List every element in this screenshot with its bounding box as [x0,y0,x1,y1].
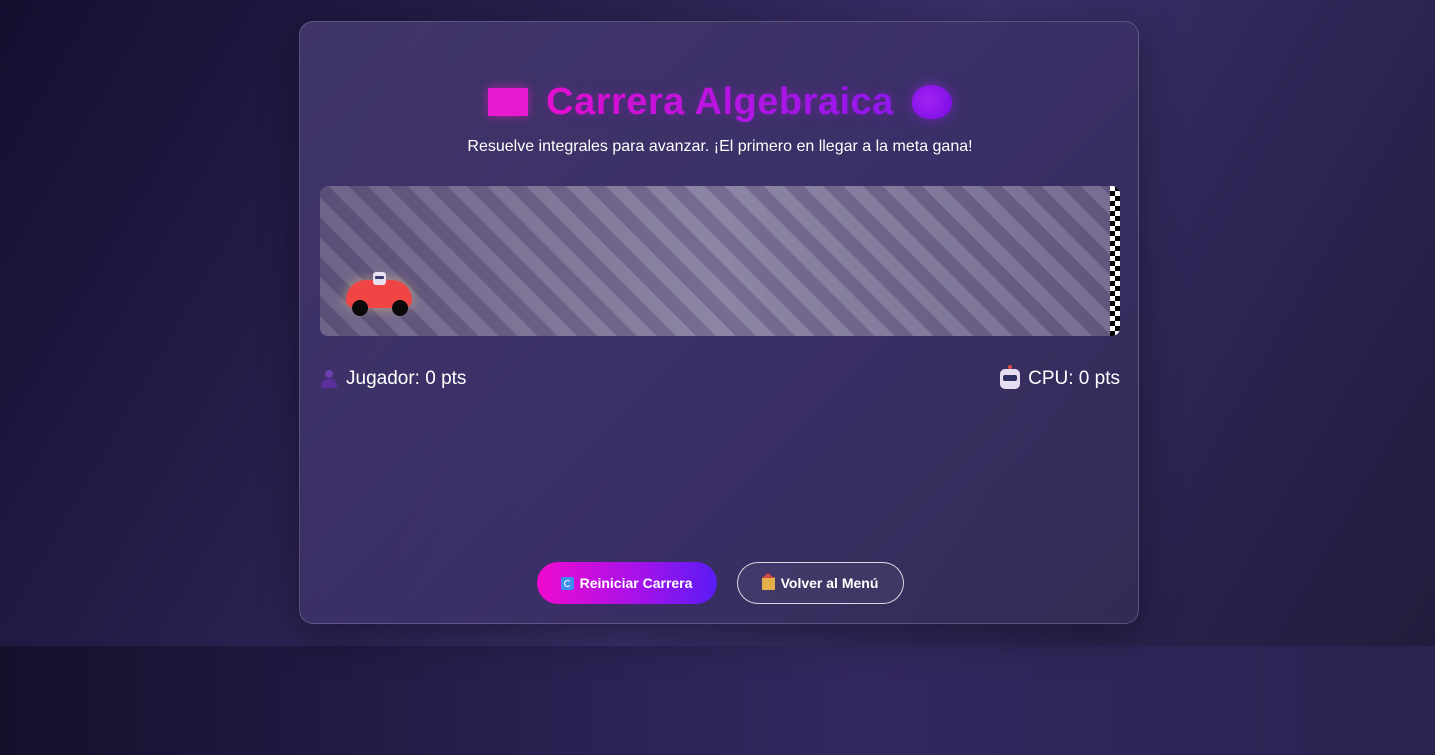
cpu-score-label: CPU: 0 pts [1028,368,1120,389]
score-row: Jugador: 0 pts CPU: 0 pts [320,365,1120,394]
back-to-menu-label: Volver al Menú [780,575,879,591]
checkered-flag-icon [488,88,529,116]
page-title: Carrera Algebraica [546,80,894,123]
cpu-car [346,272,412,316]
action-buttons: Reiniciar Carrera Volver al Menú [300,562,1140,606]
robot-icon [1000,365,1021,389]
title-row: Carrera Algebraica [300,77,1140,127]
wheel-icon [352,300,368,316]
finish-line [1110,186,1120,336]
player-score: Jugador: 0 pts [320,368,466,390]
brain-icon [911,85,952,119]
person-icon [320,369,338,389]
race-track [320,186,1120,336]
game-card: Carrera Algebraica Resuelve integrales p… [299,21,1139,624]
game-instructions: Resuelve integrales para avanzar. ¡El pr… [467,138,973,155]
house-icon [761,572,775,590]
robot-driver-icon [373,272,386,285]
cpu-score: CPU: 0 pts [1000,365,1120,390]
restart-race-button[interactable]: Reiniciar Carrera [536,562,717,604]
page-footer-band [0,646,1435,755]
restart-race-label: Reiniciar Carrera [579,575,693,591]
player-score-label: Jugador: 0 pts [346,368,467,389]
back-to-menu-button[interactable]: Volver al Menú [736,562,904,604]
wheel-icon [392,300,408,316]
refresh-icon [560,576,574,590]
